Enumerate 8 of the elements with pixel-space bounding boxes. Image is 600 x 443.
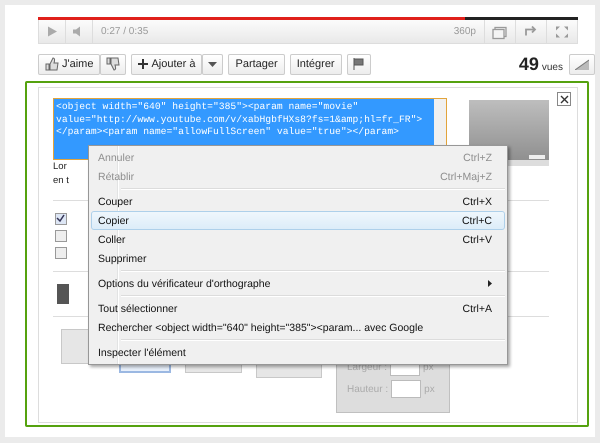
description-text: en t [53, 174, 69, 188]
views-label: vues [542, 62, 563, 72]
view-count: 49 [518, 54, 539, 74]
code-line: value="http://www.youtube.com/v/xabHgbfHXs8?fs=1&amp;hl=fr_FR"> [56, 114, 424, 126]
playback-time: 0:27 / 0:35 [101, 26, 150, 37]
code-line: <object width="640" height="385"><param name="movie" [56, 101, 360, 114]
code-line: </param><param name="allowFullScreen" value="true"></param> [56, 126, 400, 138]
description-text: Lor [53, 160, 67, 174]
